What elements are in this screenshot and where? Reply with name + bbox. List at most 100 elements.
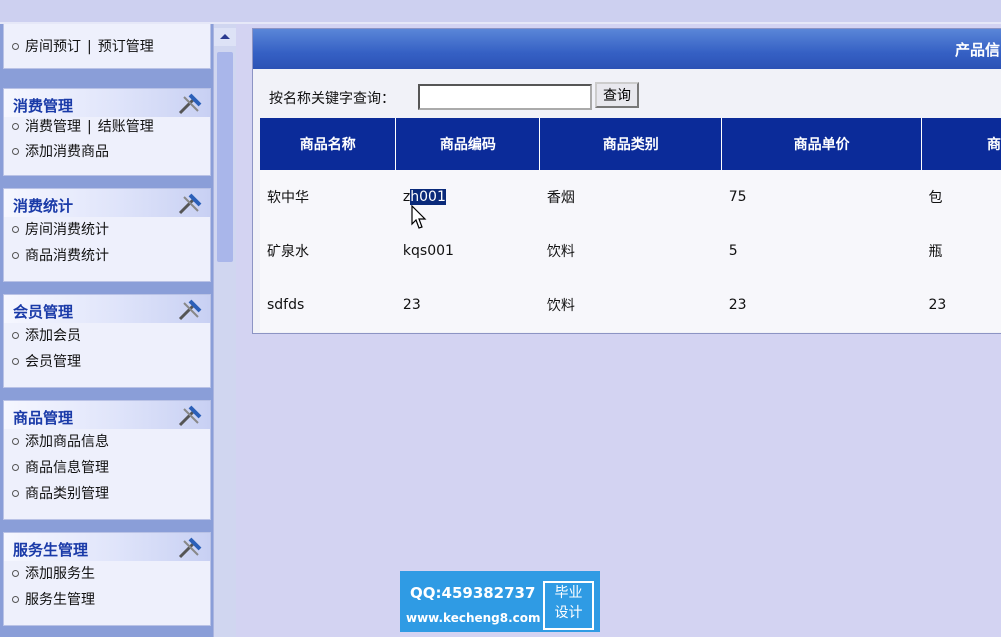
sidebar-item-add-goods[interactable]: 添加商品信息 [4, 429, 210, 455]
bullet-icon [12, 595, 19, 603]
bullet-icon [12, 569, 19, 577]
table-cell: sdfds [260, 277, 396, 332]
sidebar-item-waiter-manage[interactable]: 服务生管理 [4, 587, 210, 613]
sidebar-item-goods-manage[interactable]: 商品信息管理 [4, 455, 210, 481]
panel-title: 消费统计 [13, 197, 74, 215]
column-header: 商品编码 [395, 118, 541, 170]
room-stats-link[interactable]: 房间消费统计 [25, 222, 109, 238]
bullet-icon [12, 357, 19, 365]
table-cell: 软中华 [260, 170, 396, 224]
bullet-icon [12, 42, 19, 50]
sidebar-item-room-stats[interactable]: 房间消费统计 [4, 217, 210, 243]
product-table: 商品名称 商品编码 商品类别 商品单价 商 软中华 zh001 香烟 75 包 … [260, 118, 1001, 332]
table-cell: 23 [721, 277, 922, 332]
column-header: 商品类别 [539, 118, 723, 170]
sidebar-item-room-booking[interactable]: 房间预订 | 预订管理 [4, 24, 210, 60]
tools-icon [178, 405, 202, 427]
watermark-qq: QQ:459382737 [410, 584, 536, 602]
tools-icon [178, 193, 202, 215]
text-cursor-arrow-icon [411, 205, 427, 229]
panel-waiter: 服务生管理 添加服务生 服务生管理 [3, 532, 211, 626]
table-header-row: 商品名称 商品编码 商品类别 商品单价 商 [260, 118, 1001, 170]
table-cell: 23 [395, 277, 540, 332]
search-bar: 按名称关键字查询： 查询 [253, 71, 1001, 117]
goods-manage-link[interactable]: 商品信息管理 [25, 460, 109, 476]
panel-header[interactable]: 消费统计 [4, 189, 210, 217]
badge-line: 毕业 [554, 585, 583, 601]
add-waiter-link[interactable]: 添加服务生 [25, 566, 95, 582]
text-selection[interactable]: h001 [410, 188, 446, 205]
top-bar [0, 0, 1001, 24]
watermark-banner: QQ:459382737 www.kecheng8.com 毕业 设计 [400, 571, 600, 632]
page-title: 产品信 [954, 41, 1000, 59]
goods-category-link[interactable]: 商品类别管理 [25, 486, 109, 502]
search-input[interactable] [418, 84, 592, 110]
search-label: 按名称关键字查询： [269, 91, 395, 107]
member-manage-link[interactable]: 会员管理 [25, 354, 81, 370]
bullet-icon [12, 251, 19, 259]
scroll-thumb[interactable] [217, 52, 233, 262]
bullet-icon [12, 463, 19, 471]
panel-title: 消费管理 [13, 97, 74, 115]
waiter-manage-link[interactable]: 服务生管理 [25, 592, 95, 608]
search-button[interactable]: 查询 [595, 82, 639, 108]
sidebar-item-add-consume-goods[interactable]: 添加消费商品 [4, 139, 210, 165]
sidebar-item-goods-category[interactable]: 商品类别管理 [4, 481, 210, 507]
table-row[interactable]: sdfds 23 饮料 23 23 [260, 277, 1001, 332]
tools-icon [178, 299, 202, 321]
panel-consumption: 消费管理 消费管理 | 结账管理 添加消费商品 [3, 88, 211, 176]
panel-header[interactable]: 服务生管理 [4, 533, 210, 561]
table-cell: kqs001 [395, 223, 540, 278]
tools-icon [178, 93, 202, 115]
add-member-link[interactable]: 添加会员 [25, 328, 81, 344]
bullet-icon [12, 489, 19, 497]
table-row[interactable]: 矿泉水 kqs001 饮料 5 瓶 [260, 223, 1001, 278]
table-row[interactable]: 软中华 zh001 香烟 75 包 [260, 170, 1001, 224]
table-cell: 5 [721, 223, 922, 278]
bullet-icon [12, 122, 19, 130]
add-goods-link[interactable]: 添加商品信息 [25, 434, 109, 450]
table-cell: 饮料 [539, 277, 722, 332]
sidebar: 房间预订 | 预订管理 消费管理 消费管理 | 结账管理 添加消费商品 消费统计 房间消… [0, 24, 236, 637]
panel-header[interactable]: 商品管理 [4, 401, 210, 429]
panel-header[interactable]: 消费管理 [4, 89, 210, 117]
column-header: 商品名称 [260, 118, 397, 170]
booking-manage-link[interactable]: 预订管理 [98, 39, 154, 55]
table-cell: 瓶 [921, 223, 1001, 278]
panel-goods: 商品管理 添加商品信息 商品信息管理 商品类别管理 [3, 400, 211, 520]
sidebar-item-goods-stats[interactable]: 商品消费统计 [4, 243, 210, 269]
consume-manage-link[interactable]: 消费管理 [25, 119, 81, 135]
table-cell: 矿泉水 [260, 223, 396, 278]
bullet-icon [12, 225, 19, 233]
product-panel: 产品信 按名称关键字查询： 查询 商品名称 商品编码 商品类别 商品单价 商 软… [252, 28, 1001, 334]
panel-member: 会员管理 添加会员 会员管理 [3, 294, 211, 388]
tools-icon [178, 537, 202, 559]
sidebar-item-add-waiter[interactable]: 添加服务生 [4, 561, 210, 587]
badge-line: 设计 [554, 605, 583, 621]
add-consume-goods-link[interactable]: 添加消费商品 [25, 144, 109, 160]
separator: | [87, 119, 92, 135]
table-cell: 23 [921, 277, 1001, 332]
goods-stats-link[interactable]: 商品消费统计 [25, 248, 109, 264]
room-booking-link[interactable]: 房间预订 [25, 39, 81, 55]
watermark-url: www.kecheng8.com [406, 611, 541, 625]
panel-header[interactable]: 会员管理 [4, 295, 210, 323]
panel-title: 商品管理 [13, 409, 74, 427]
table-cell: 香烟 [539, 170, 722, 224]
panel-title: 服务生管理 [13, 541, 89, 559]
bullet-icon [12, 437, 19, 445]
table-cell: 包 [921, 170, 1001, 224]
table-cell: 饮料 [539, 223, 722, 278]
checkout-manage-link[interactable]: 结账管理 [98, 119, 154, 135]
column-header: 商品单价 [721, 118, 923, 170]
panel-title: 会员管理 [13, 303, 74, 321]
bullet-icon [12, 331, 19, 339]
bullet-icon [12, 147, 19, 155]
column-header: 商 [921, 118, 1001, 170]
sidebar-item-consume[interactable]: 消费管理 | 结账管理 [4, 117, 210, 139]
separator: | [87, 39, 92, 55]
sidebar-scrollbar[interactable] [213, 24, 236, 637]
scroll-up-arrow-icon[interactable] [214, 28, 236, 46]
sidebar-item-add-member[interactable]: 添加会员 [4, 323, 210, 349]
sidebar-item-member-manage[interactable]: 会员管理 [4, 349, 210, 375]
